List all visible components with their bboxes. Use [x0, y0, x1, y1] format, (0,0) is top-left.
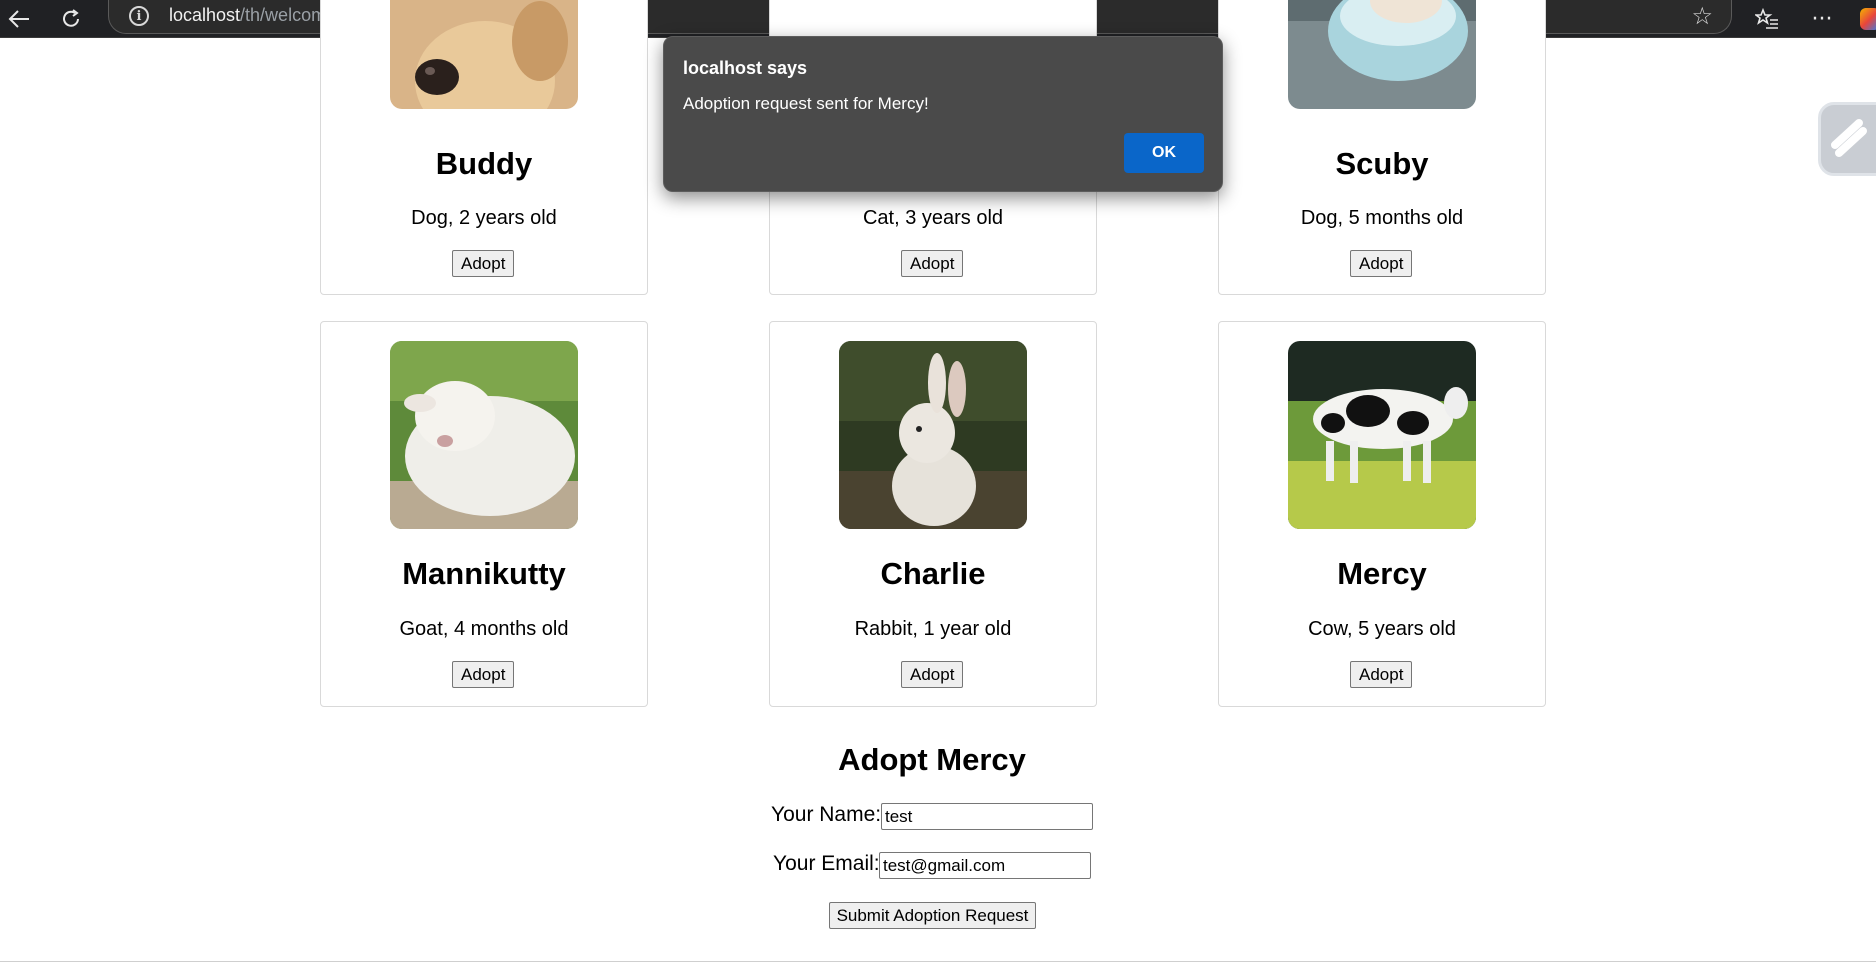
- pet-photo-goat: [390, 341, 578, 529]
- pet-card-mannikutty: Mannikutty Goat, 4 months old Adopt: [320, 321, 648, 707]
- refresh-icon[interactable]: [56, 4, 86, 34]
- name-field[interactable]: [881, 803, 1093, 830]
- name-label: Your Name:: [771, 803, 882, 826]
- adopt-button[interactable]: Adopt: [452, 661, 515, 688]
- alert-dialog: localhost says Adoption request sent for…: [663, 36, 1223, 192]
- url-host: localhost: [169, 5, 241, 25]
- pet-photo-dog-bowl: [1288, 0, 1476, 109]
- info-icon[interactable]: i: [129, 6, 149, 26]
- adopt-button[interactable]: Adopt: [452, 250, 515, 277]
- page-bottom-divider: [0, 961, 1876, 962]
- pet-photo-rabbit: [839, 341, 1027, 529]
- pet-card-buddy: Buddy Dog, 2 years old Adopt: [320, 0, 648, 295]
- pet-name: Scuby: [1335, 146, 1429, 181]
- pet-name: Buddy: [435, 146, 533, 181]
- pet-name: Mannikutty: [402, 556, 566, 591]
- ok-button[interactable]: OK: [1124, 133, 1204, 173]
- email-label: Your Email:: [773, 852, 880, 875]
- pet-info: Cow, 5 years old: [1308, 618, 1456, 640]
- more-menu-icon[interactable]: ···: [1807, 4, 1837, 34]
- pet-card-scuby: Scuby Dog, 5 months old Adopt: [1218, 0, 1546, 295]
- dialog-message: Adoption request sent for Mercy!: [683, 94, 929, 113]
- adopt-button[interactable]: Adopt: [1350, 250, 1413, 277]
- submit-adoption-button[interactable]: Submit Adoption Request: [829, 902, 1036, 929]
- email-field[interactable]: [879, 852, 1091, 879]
- pet-info: Dog, 5 months old: [1300, 207, 1464, 229]
- favorites-list-icon[interactable]: [1752, 4, 1782, 34]
- back-arrow-icon[interactable]: [4, 4, 34, 34]
- pet-name: Charlie: [880, 556, 986, 591]
- profile-icon[interactable]: [1860, 8, 1876, 30]
- pet-card-mercy: Mercy Cow, 5 years old Adopt: [1218, 321, 1546, 707]
- dialog-title: localhost says: [683, 58, 808, 78]
- pet-info: Rabbit, 1 year old: [854, 618, 1012, 640]
- pet-card-charlie: Charlie Rabbit, 1 year old Adopt: [769, 321, 1097, 707]
- adopt-form-title: Adopt Mercy: [838, 742, 1026, 777]
- adopt-button[interactable]: Adopt: [901, 661, 964, 688]
- pet-info: Cat, 3 years old: [862, 207, 1004, 229]
- pet-info: Dog, 2 years old: [411, 207, 557, 229]
- pet-photo-cow: [1288, 341, 1476, 529]
- sidebar-launcher-icon[interactable]: [1818, 102, 1876, 176]
- adopt-button[interactable]: Adopt: [901, 250, 964, 277]
- pet-photo-dog: [390, 0, 578, 109]
- pet-name: Mercy: [1337, 556, 1427, 591]
- adopt-button[interactable]: Adopt: [1350, 661, 1413, 688]
- pet-info: Goat, 4 months old: [399, 618, 569, 640]
- favorite-star-icon[interactable]: ☆: [1691, 2, 1713, 30]
